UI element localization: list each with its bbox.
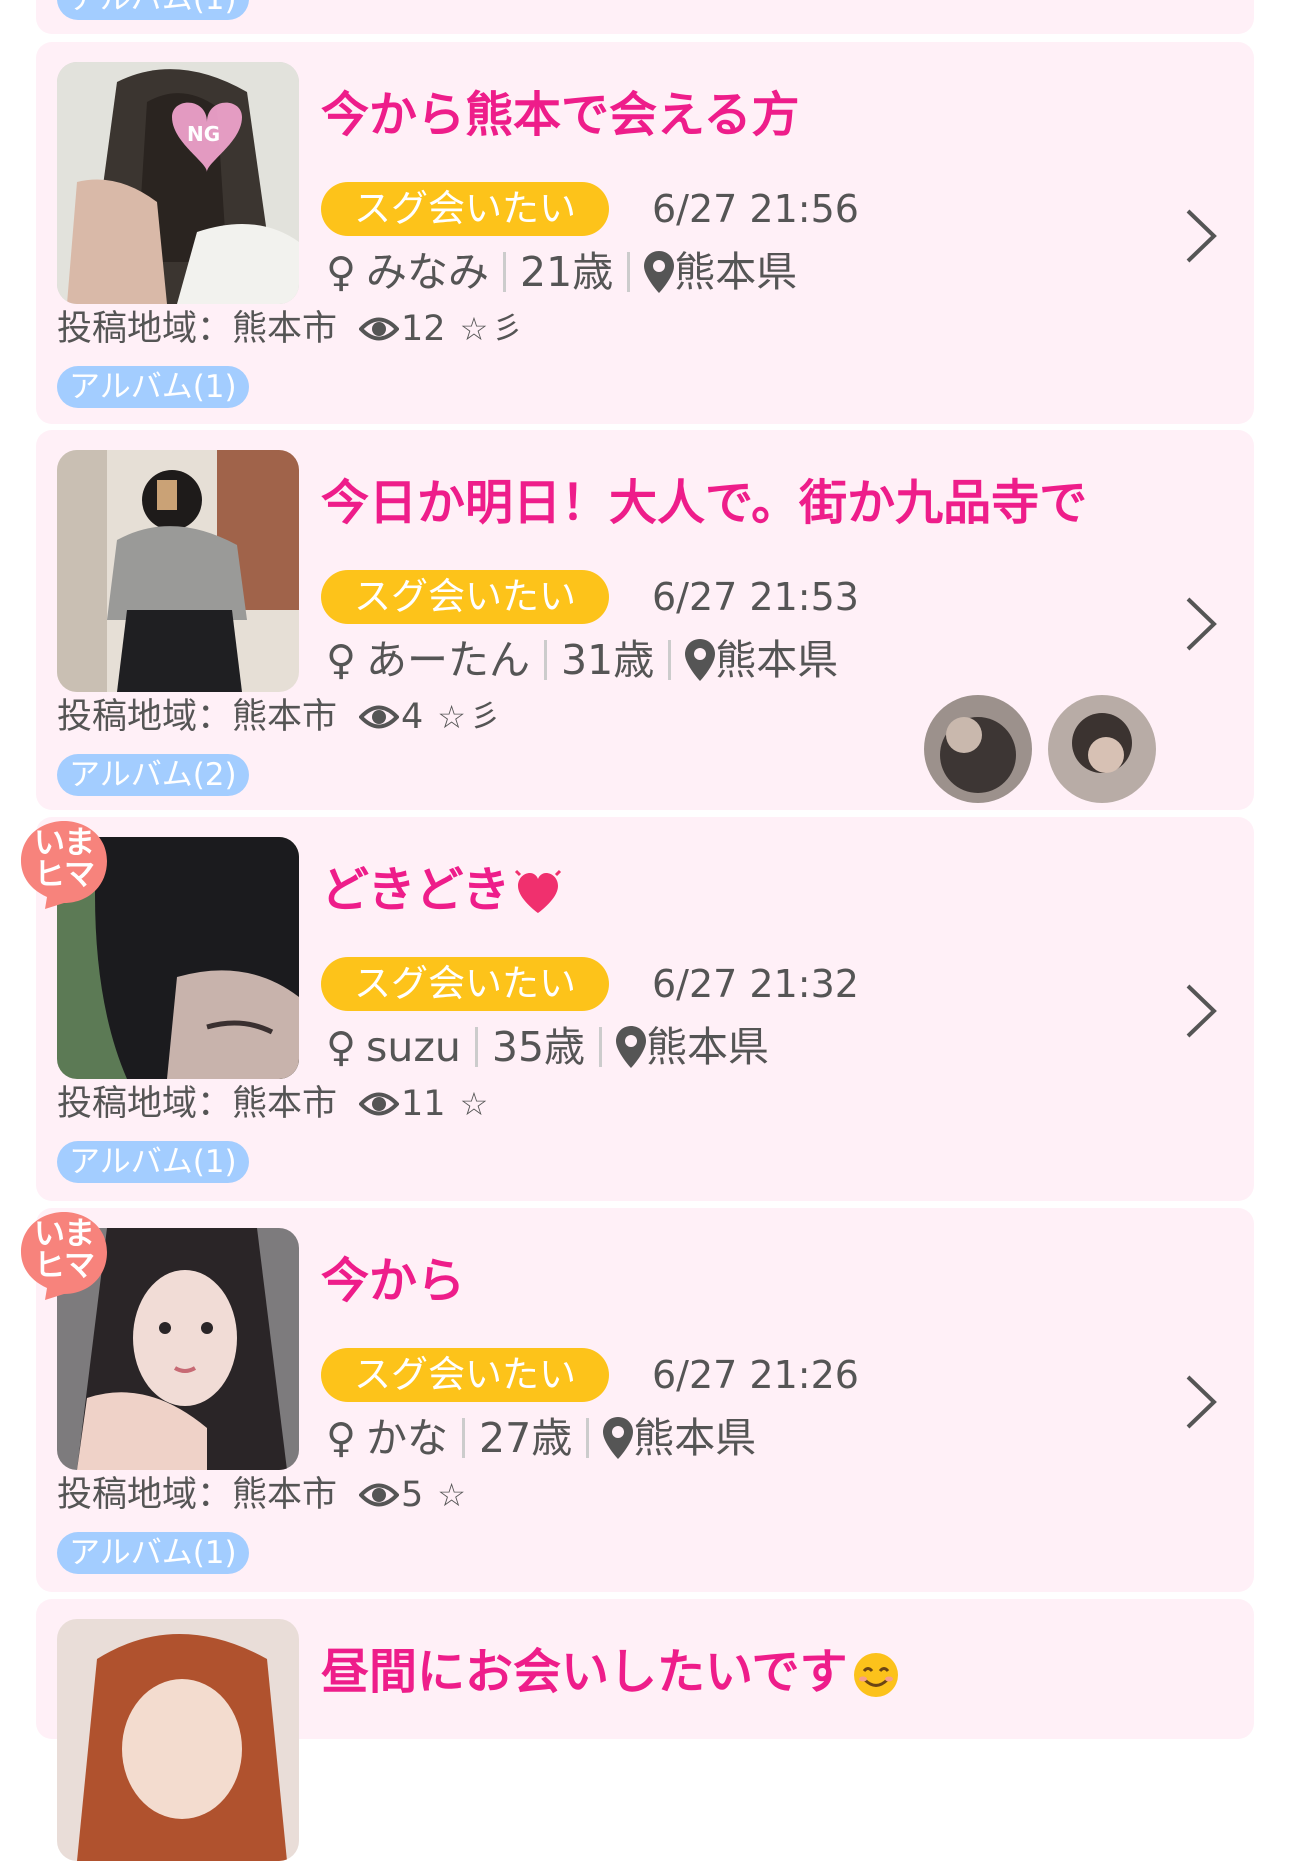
status-badge: スグ会いたい [321,182,609,236]
post-title[interactable]: 今から [321,1252,465,1310]
album-tag[interactable]: アルバム(2) [57,754,249,796]
imahima-text: いま ヒマ [34,1216,95,1284]
profile-meta: ♀ あーたん 31歳 熊本県 [326,630,838,690]
post-card[interactable]: NG 今から熊本で会える方 スグ会いたい 6/27 21:56 ♀ みなみ 21… [36,42,1254,424]
view-count: 12 [359,304,446,354]
divider [627,252,631,292]
post-area: 投稿地域：熊本市 [57,309,338,349]
user-name: かな [366,1414,449,1462]
photo-placeholder [57,450,299,692]
profile-meta: ♀ かな 27歳 熊本県 [326,1408,756,1468]
post-time: 6/27 21:26 [652,1353,859,1397]
beating-heart-emoji [515,869,562,913]
eye-icon [359,1092,400,1116]
walk-icon: 彡 [469,699,500,734]
walk-icon: 彡 [492,311,523,346]
status-badge: スグ会いたい [321,957,609,1011]
chevron-right-icon[interactable] [1184,207,1220,265]
user-prefecture: 熊本県 [646,1023,770,1071]
album-tag[interactable]: アルバム(1) [57,1141,249,1183]
post-area: 投稿地域：熊本市 [57,1084,338,1124]
imahima-sticker: いま ヒマ [15,817,113,911]
post-title[interactable]: どきどき [321,861,562,919]
eye-icon [359,1483,400,1507]
profile-meta: ♀ suzu 35歳 熊本県 [326,1017,769,1077]
female-icon: ♀ [326,636,357,684]
post-card-partial-top[interactable]: アルバム(1) [36,0,1254,34]
chevron-right-icon[interactable] [1184,1373,1220,1431]
post-area-row: 投稿地域：熊本市 12 ☆ 彡 [57,304,522,354]
ng-mark-text: NG [187,122,221,146]
user-prefecture: 熊本県 [674,248,798,296]
album-tag[interactable]: アルバム(1) [57,1532,249,1574]
view-count: 11 [359,1079,446,1129]
divider [544,640,548,680]
divider [586,1418,590,1458]
female-icon: ♀ [326,248,357,296]
profile-thumbnail[interactable]: NG [57,62,299,304]
profile-thumbnail[interactable] [57,450,299,692]
post-title[interactable]: 昼間にお会いしたいです [321,1643,900,1701]
chevron-right-icon[interactable] [1184,595,1220,653]
photo-placeholder [57,62,299,304]
chevron-right-icon[interactable] [1184,982,1220,1040]
eye-icon [359,317,400,341]
user-name: あーたん [366,636,531,684]
post-time: 6/27 21:32 [652,962,859,1006]
female-icon: ♀ [326,1414,357,1462]
star-icon: ☆ [437,1476,466,1514]
divider [668,640,672,680]
location-pin-icon [616,1026,647,1068]
location-pin-icon [603,1417,634,1459]
post-time: 6/27 21:53 [652,575,859,619]
profile-meta: ♀ みなみ 21歳 熊本県 [326,242,797,302]
post-area: 投稿地域：熊本市 [57,697,338,737]
star-icon: ☆ [459,310,489,348]
divider [599,1027,603,1067]
imahima-text: いま ヒマ [34,825,95,893]
post-area: 投稿地域：熊本市 [57,1475,338,1515]
album-photo[interactable] [1048,695,1156,803]
user-prefecture: 熊本県 [633,1414,757,1462]
user-age: 21歳 [520,248,614,296]
post-area-row: 投稿地域：熊本市 11 ☆ [57,1079,488,1129]
post-time: 6/27 21:56 [652,187,859,231]
location-pin-icon [685,639,716,681]
view-count: 5 [359,1470,423,1520]
eye-icon [359,705,400,729]
user-prefecture: 熊本県 [715,636,839,684]
post-area-row: 投稿地域：熊本市 4 ☆ 彡 [57,692,500,742]
divider [503,252,507,292]
smiling-face-emoji [853,1653,898,1697]
post-card[interactable]: いま ヒマ 今から スグ会いたい 6/27 21:26 ♀ かな 27歳 熊本県 … [21,1208,1254,1592]
divider [474,1027,478,1067]
female-icon: ♀ [326,1023,357,1071]
status-badge: スグ会いたい [321,1348,609,1402]
post-card[interactable]: 昼間にお会いしたいです [36,1599,1254,1861]
status-badge: スグ会いたい [321,570,609,624]
star-icon: ☆ [437,698,466,736]
user-age: 27歳 [479,1414,573,1462]
post-area-row: 投稿地域：熊本市 5 ☆ [57,1470,466,1520]
album-photo[interactable] [924,695,1032,803]
view-count: 4 [359,692,423,742]
post-card[interactable]: いま ヒマ どきどき スグ会いたい 6/27 21:32 ♀ suzu 35歳 熊… [21,817,1254,1201]
photo-placeholder [57,1619,299,1861]
divider [462,1418,466,1458]
album-tag[interactable]: アルバム(1) [57,366,249,408]
profile-thumbnail[interactable] [57,1619,299,1861]
imahima-sticker: いま ヒマ [15,1208,113,1302]
star-icon: ☆ [459,1085,489,1123]
post-title[interactable]: 今日か明日！大人で。街か九品寺で [321,474,1087,532]
user-name: みなみ [366,248,490,296]
post-title[interactable]: 今から熊本で会える方 [321,86,800,144]
user-name: suzu [366,1023,461,1071]
location-pin-icon [644,251,675,293]
album-tag[interactable]: アルバム(1) [57,0,249,20]
user-age: 35歳 [491,1023,586,1071]
user-age: 31歳 [561,636,655,684]
post-card[interactable]: 今日か明日！大人で。街か九品寺で スグ会いたい 6/27 21:53 ♀ あーた… [36,430,1254,810]
